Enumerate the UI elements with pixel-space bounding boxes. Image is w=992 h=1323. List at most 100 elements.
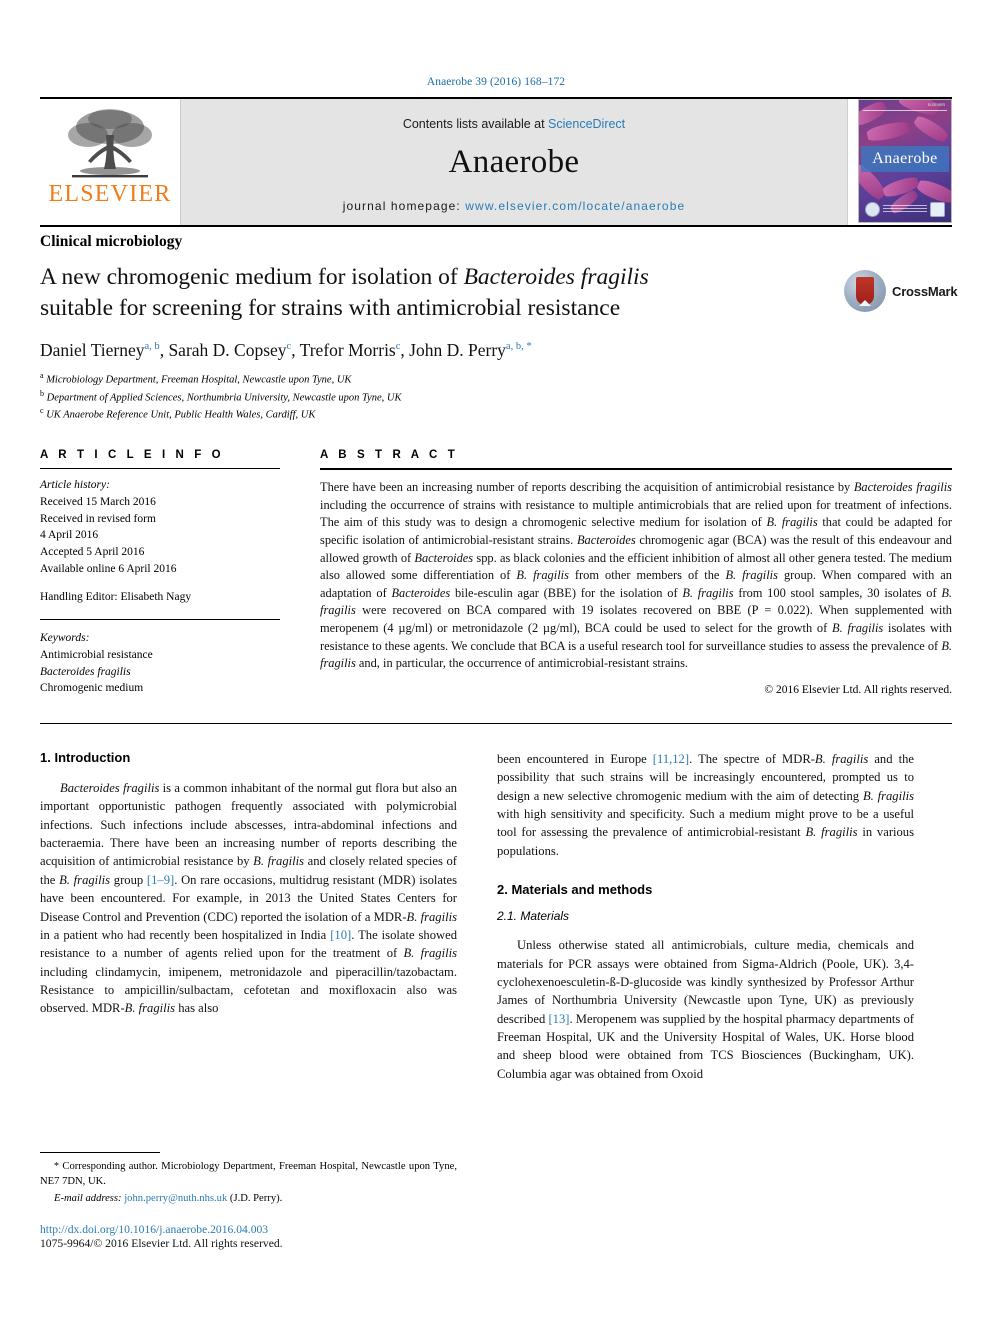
keyword-item: Bacteroides fragilis <box>40 665 131 678</box>
section-heading-materials-methods: 2. Materials and methods <box>497 882 653 898</box>
affiliation-item: c UK Anaerobe Reference Unit, Public Hea… <box>40 405 952 423</box>
affiliation-item: b Department of Applied Sciences, Northu… <box>40 388 952 406</box>
article-info-column: A R T I C L E I N F O Article history: R… <box>40 449 280 697</box>
body-top-rule <box>40 722 952 724</box>
email-link[interactable]: john.perry@nuth.nhs.uk <box>124 1193 227 1204</box>
journal-band: Contents lists available at ScienceDirec… <box>180 99 848 225</box>
abstract-copyright: © 2016 Elsevier Ltd. All rights reserved… <box>764 683 952 696</box>
masthead-bottom-rule <box>40 225 952 227</box>
cover-journal-title: Anaerobe <box>872 150 938 167</box>
issn-copyright-line: 1075-9964/© 2016 Elsevier Ltd. All right… <box>40 1237 283 1251</box>
cover-text-lines <box>883 205 927 214</box>
affiliation-list: a Microbiology Department, Freeman Hospi… <box>40 370 952 423</box>
title-line2: suitable for screening for strains with … <box>40 295 621 322</box>
materials-text: Unless otherwise stated all antimicrobia… <box>497 936 914 1083</box>
journal-masthead: ELSEVIER Contents lists available at Sci… <box>40 97 952 225</box>
history-item: Received 15 March 2016 <box>40 495 156 508</box>
affiliation-mark: a <box>40 371 44 381</box>
contents-prefix: Contents lists available at <box>402 117 549 131</box>
body-columns: 1. Introduction Bacteroides fragilis is … <box>40 750 952 1083</box>
history-item: 4 April 2016 <box>40 529 99 542</box>
page-title: A new chromogenic medium for isolation o… <box>40 262 832 324</box>
history-item: Accepted 5 April 2016 <box>40 545 145 558</box>
corresponding-author-note: * Corresponding author. Microbiology Dep… <box>40 1159 457 1189</box>
author-name[interactable]: Sarah D. Copsey <box>168 340 286 360</box>
running-head: Anaerobe 39 (2016) 168–172 <box>426 76 566 88</box>
title-block: A new chromogenic medium for isolation o… <box>40 262 958 324</box>
homepage-prefix: journal homepage: <box>342 199 466 213</box>
history-item: Available online 6 April 2016 <box>40 562 177 575</box>
journal-cover-thumbnail: ELSEVIER Anaerobe <box>858 99 952 223</box>
author-list: Daniel Tierneya, b, Sarah D. Copseyc, Tr… <box>40 340 532 361</box>
corresponding-author-text: Corresponding author. Microbiology Depar… <box>40 1161 457 1188</box>
elsevier-tree-icon <box>68 109 152 178</box>
homepage-url-link[interactable]: www.elsevier.com/locate/anaerobe <box>465 199 685 213</box>
paragraph: Unless otherwise stated all antimicrobia… <box>497 938 914 1081</box>
info-abstract-region: A R T I C L E I N F O Article history: R… <box>40 449 952 697</box>
title-line1-pre: A new chromogenic medium for isolation o… <box>40 264 464 290</box>
elsevier-logo: ELSEVIER <box>40 99 180 225</box>
cover-society-logo-right <box>930 202 945 217</box>
abstract-rule <box>320 468 952 471</box>
paragraph: Bacteroides fragilis is a common inhabit… <box>40 780 458 1016</box>
paragraph: been encountered in Europe [11,12]. The … <box>497 751 915 858</box>
author-affil-marks: c <box>286 341 292 353</box>
keywords-rule <box>40 619 280 621</box>
crossmark-label: CrossMark <box>892 283 958 299</box>
article-info-heading: A R T I C L E I N F O <box>40 449 225 462</box>
article-history-label: Article history: <box>40 479 110 492</box>
citation-link[interactable]: [10] <box>330 928 351 942</box>
crossmark-icon <box>844 270 886 312</box>
journal-homepage-line: journal homepage: www.elsevier.com/locat… <box>343 199 686 213</box>
section-heading-introduction: 1. Introduction <box>40 749 131 765</box>
abstract-heading: A B S T R A C T <box>320 449 459 462</box>
author-name[interactable]: John D. Perry <box>409 340 506 360</box>
journal-title: Anaerobe <box>448 144 580 180</box>
keywords-label: Keywords: <box>40 632 90 645</box>
affiliation-text: UK Anaerobe Reference Unit, Public Healt… <box>46 409 316 421</box>
email-note: E-mail address: john.perry@nuth.nhs.uk (… <box>40 1191 457 1206</box>
abstract-column: A B S T R A C T There have been an incre… <box>280 449 952 697</box>
cover-society-logo-left <box>865 202 880 217</box>
footnote-region: * Corresponding author. Microbiology Dep… <box>40 1152 457 1250</box>
doi-link[interactable]: http://dx.doi.org/10.1016/j.anaerobe.201… <box>40 1223 457 1236</box>
citation-link[interactable]: [1–9] <box>147 873 174 887</box>
history-item: Received in revised form <box>40 512 156 525</box>
author-affil-marks: a, b, * <box>505 341 532 353</box>
title-species-italic: Bacteroides fragilis <box>463 264 649 290</box>
keyword-item: Chromogenic medium <box>40 682 144 695</box>
article-category: Clinical microbiology <box>40 233 183 250</box>
journal-cover: ELSEVIER Anaerobe <box>848 99 952 225</box>
affiliation-mark: b <box>40 388 44 398</box>
sciencedirect-link[interactable]: ScienceDirect <box>548 117 625 131</box>
citation-link[interactable]: [13] <box>548 1012 569 1026</box>
introduction-text-continued: been encountered in Europe [11,12]. The … <box>497 750 914 860</box>
affiliation-mark: c <box>40 406 44 416</box>
article-info-rule <box>40 468 280 470</box>
article-history: Article history: Received 15 March 2016 … <box>40 477 280 577</box>
affiliation-item: a Microbiology Department, Freeman Hospi… <box>40 370 952 388</box>
author-affil-marks: c <box>395 341 401 353</box>
body-column-right: been encountered in Europe [11,12]. The … <box>497 750 914 1083</box>
crossmark-badge[interactable]: CrossMark <box>844 266 958 316</box>
affiliation-text: Microbiology Department, Freeman Hospita… <box>46 374 352 386</box>
subsection-heading-materials: 2.1. Materials <box>497 909 570 924</box>
author-affil-marks: a, b <box>144 341 160 353</box>
abstract-text: There have been an increasing number of … <box>320 480 953 671</box>
handling-editor: Handling Editor: Elisabeth Nagy <box>40 591 192 604</box>
email-label: E-mail address: <box>54 1193 122 1205</box>
author-name[interactable]: Trefor Morris <box>300 340 396 360</box>
elsevier-wordmark: ELSEVIER <box>48 181 172 207</box>
keyword-item: Antimicrobial resistance <box>40 648 153 661</box>
author-name[interactable]: Daniel Tierney <box>40 340 145 360</box>
citation-link[interactable]: [11,12] <box>653 752 689 766</box>
footnote-rule <box>40 1152 160 1153</box>
cover-top-text: ELSEVIER <box>927 103 945 107</box>
cover-title-band: Anaerobe <box>861 146 949 172</box>
journal-article-page: Anaerobe 39 (2016) 168–172 ELSEVIER Cont… <box>0 0 992 1323</box>
keywords-block: Keywords: Antimicrobial resistance Bacte… <box>40 630 280 697</box>
footnote-star: * <box>54 1161 59 1172</box>
introduction-text: Bacteroides fragilis is a common inhabit… <box>40 779 457 1018</box>
affiliation-text: Department of Applied Sciences, Northumb… <box>46 392 402 404</box>
email-owner: (J.D. Perry). <box>229 1193 283 1205</box>
